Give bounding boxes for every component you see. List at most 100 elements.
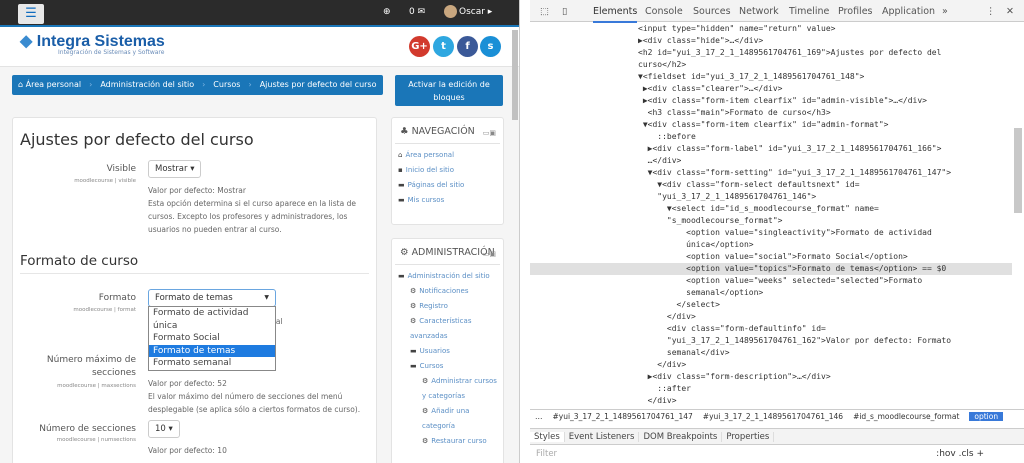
block-controls[interactable]: ▭▣ xyxy=(483,247,496,262)
crumb[interactable]: #yui_3_17_2_1_1489561704761_147 xyxy=(553,412,693,421)
styles-filter-controls[interactable]: :hov .cls + xyxy=(936,446,984,463)
messages-button[interactable]: 0 ✉ xyxy=(409,7,425,17)
admin-item[interactable]: ⚙ Añadir una categoría xyxy=(392,404,503,434)
dom-node-line[interactable]: ▶<div class="form-label" id="yui_3_17_2_… xyxy=(530,143,1012,155)
facebook-icon[interactable]: f xyxy=(457,36,478,57)
dom-node-line[interactable]: ▼<div class="form-setting" id="yui_3_17_… xyxy=(530,167,1012,179)
dom-node-line[interactable]: "yui_3_17_2_1_1489561704761_162">Valor p… xyxy=(530,335,1012,347)
twitter-icon[interactable]: t xyxy=(433,36,454,57)
dom-node-line[interactable]: <option value="singleactivity">Formato d… xyxy=(530,227,1012,239)
tab-sources[interactable]: Sources xyxy=(693,6,731,17)
tab-event-listeners[interactable]: Event Listeners xyxy=(564,432,640,442)
tab-properties[interactable]: Properties xyxy=(722,432,775,442)
dom-node-line[interactable]: </select> xyxy=(530,299,1012,311)
dom-node-line[interactable]: ▶<div class="hide">…</div> xyxy=(530,35,1012,47)
device-icon[interactable]: ▯ xyxy=(562,6,567,17)
tab-dom-breakpoints[interactable]: DOM Breakpoints xyxy=(639,432,723,442)
dom-node-line[interactable]: semanal</option> xyxy=(530,287,1012,299)
dom-node-line[interactable]: <h3 class="main">Formato de curso</h3> xyxy=(530,107,1012,119)
breadcrumb-admin[interactable]: Administración del sitio xyxy=(100,75,194,95)
dom-node-line[interactable]: única</option> xyxy=(530,239,1012,251)
language-icon[interactable]: ⊕ xyxy=(383,7,391,17)
edit-blocks-button[interactable]: Activar la edición de bloques xyxy=(395,75,503,106)
tab-timeline[interactable]: Timeline xyxy=(789,6,829,17)
nav-item[interactable]: ▪ Inicio del sitio xyxy=(392,163,503,178)
page-scrollbar[interactable] xyxy=(512,30,518,120)
nav-item[interactable]: ⌂ Área personal xyxy=(392,148,503,163)
dom-node-line[interactable]: </div> xyxy=(530,359,1012,371)
dom-node-line[interactable]: ▼<div class="form-item clearfix" id="adm… xyxy=(530,119,1012,131)
admin-item[interactable]: ⚙ Características avanzadas xyxy=(392,314,503,344)
tab-styles[interactable]: Styles xyxy=(530,432,565,442)
breadcrumb-current[interactable]: Ajustes por defecto del curso xyxy=(260,75,377,95)
admin-item[interactable]: ▬ Usuarios xyxy=(392,344,503,359)
crumb[interactable]: #id_s_moodlecourse_format xyxy=(853,412,959,421)
option-weeks[interactable]: Formato semanal xyxy=(149,357,275,370)
dom-node-line[interactable]: ::before xyxy=(530,131,1012,143)
hamburger-menu-button[interactable]: ☰ xyxy=(18,4,44,24)
dom-node-line[interactable]: <div class="form-defaultinfo" id= xyxy=(530,323,1012,335)
gears-icon: ⚙ xyxy=(410,302,417,310)
styles-filter-input[interactable]: Filter xyxy=(536,446,557,463)
option-singleactivity[interactable]: Formato de actividad única xyxy=(149,307,275,332)
numsections-select[interactable]: 10 ▾ xyxy=(148,420,180,438)
crumb[interactable]: … xyxy=(535,412,543,421)
tab-console[interactable]: Console xyxy=(645,6,683,17)
dom-node-line[interactable]: ::after xyxy=(530,383,1012,395)
more-tabs-button[interactable]: » xyxy=(942,6,948,17)
dom-node-line[interactable]: <h2 id="yui_3_17_2_1_1489561704761_169">… xyxy=(530,47,1012,59)
admin-item[interactable]: ⚙ Restaurar curso xyxy=(392,434,503,449)
tab-network[interactable]: Network xyxy=(739,6,779,17)
dom-node-line[interactable]: curso</h2> xyxy=(530,59,1012,71)
admin-item[interactable]: ▬ Cursos xyxy=(392,359,503,374)
dom-node-line[interactable]: ▶<div class="form-item clearfix" id="adm… xyxy=(530,95,1012,107)
dom-node-line[interactable]: <option value="weeks" selected="selected… xyxy=(530,275,1012,287)
dom-node-line[interactable]: <input type="hidden" name="return" value… xyxy=(530,23,1012,35)
dom-node-line[interactable]: ▶<div class="clearer">…</div> xyxy=(530,83,1012,95)
dom-scrollbar[interactable] xyxy=(1014,128,1022,213)
user-menu[interactable]: Oscar ▸ xyxy=(444,5,492,18)
dom-node-line[interactable]: semanal</div> xyxy=(530,347,1012,359)
visible-select[interactable]: Mostrar ▾ xyxy=(148,160,202,178)
option-topics[interactable]: Formato de temas xyxy=(149,344,275,357)
block-controls[interactable]: ▭▣ xyxy=(483,126,496,141)
admin-item[interactable]: ⚙ Administrar cursos y categorías xyxy=(392,374,503,404)
tab-application[interactable]: Application xyxy=(882,6,935,17)
folder-open-icon: ▬ xyxy=(398,272,405,280)
crumb-selected[interactable]: option xyxy=(969,412,1004,421)
inspect-icon[interactable]: ⬚ xyxy=(540,6,549,17)
close-icon[interactable]: ✕ xyxy=(1006,6,1014,17)
page-icon: ▪ xyxy=(398,166,403,174)
tab-elements[interactable]: Elements xyxy=(593,6,638,23)
breadcrumb-home[interactable]: ⌂ Área personal xyxy=(18,75,81,95)
google-plus-icon[interactable]: G+ xyxy=(409,36,430,57)
settings-form: Ajustes por defecto del curso Visible mo… xyxy=(12,117,377,463)
dom-node-line[interactable]: <option value="social">Formato Social</o… xyxy=(530,251,1012,263)
nav-item[interactable]: ▬ Páginas del sitio xyxy=(392,178,503,193)
dom-node-line[interactable]: "yui_3_17_2_1_1489561704761_146"> xyxy=(530,191,1012,203)
admin-item[interactable]: ▬ Administración del sitio xyxy=(392,269,503,284)
skype-icon[interactable]: s xyxy=(480,36,501,57)
breadcrumb-courses[interactable]: Cursos xyxy=(213,75,240,95)
dom-node-line[interactable]: </div> xyxy=(530,395,1012,407)
crumb[interactable]: #yui_3_17_2_1_1489561704761_146 xyxy=(703,412,843,421)
dom-node-line[interactable]: </div> xyxy=(530,311,1012,323)
admin-item[interactable]: ⚙ Registro xyxy=(392,299,503,314)
tab-profiles[interactable]: Profiles xyxy=(838,6,873,17)
menu-dots-icon[interactable]: ⋮ xyxy=(986,6,996,17)
dom-node-line[interactable]: ▶<div class="form-description">…</div> xyxy=(530,371,1012,383)
dom-node-line[interactable]: "s_moodlecourse_format"> xyxy=(530,215,1012,227)
section-heading: Formato de curso xyxy=(20,253,139,269)
nav-item[interactable]: ▬ Mis cursos xyxy=(392,193,503,208)
site-logo[interactable]: ◆ Integra Sistemas xyxy=(20,31,165,51)
format-select[interactable]: Formato de temas ▼ xyxy=(148,289,276,307)
dom-node-line[interactable]: <option value="topics">Formato de temas<… xyxy=(530,263,1012,275)
dom-node-line[interactable]: …</div> xyxy=(530,155,1012,167)
dom-node-line[interactable]: ▼<div class="form-select defaultsnext" i… xyxy=(530,179,1012,191)
maxsections-sub: moodlecourse | maxsections xyxy=(57,383,136,389)
dom-node-line[interactable]: ▼<fieldset id="yui_3_17_2_1_148956170476… xyxy=(530,71,1012,83)
admin-item[interactable]: ⚙ Notificaciones xyxy=(392,284,503,299)
dom-node-line[interactable]: ▼<select id="id_s_moodlecourse_format" n… xyxy=(530,203,1012,215)
gears-icon: ⚙ xyxy=(422,377,429,385)
option-social[interactable]: Formato Social xyxy=(149,332,275,345)
